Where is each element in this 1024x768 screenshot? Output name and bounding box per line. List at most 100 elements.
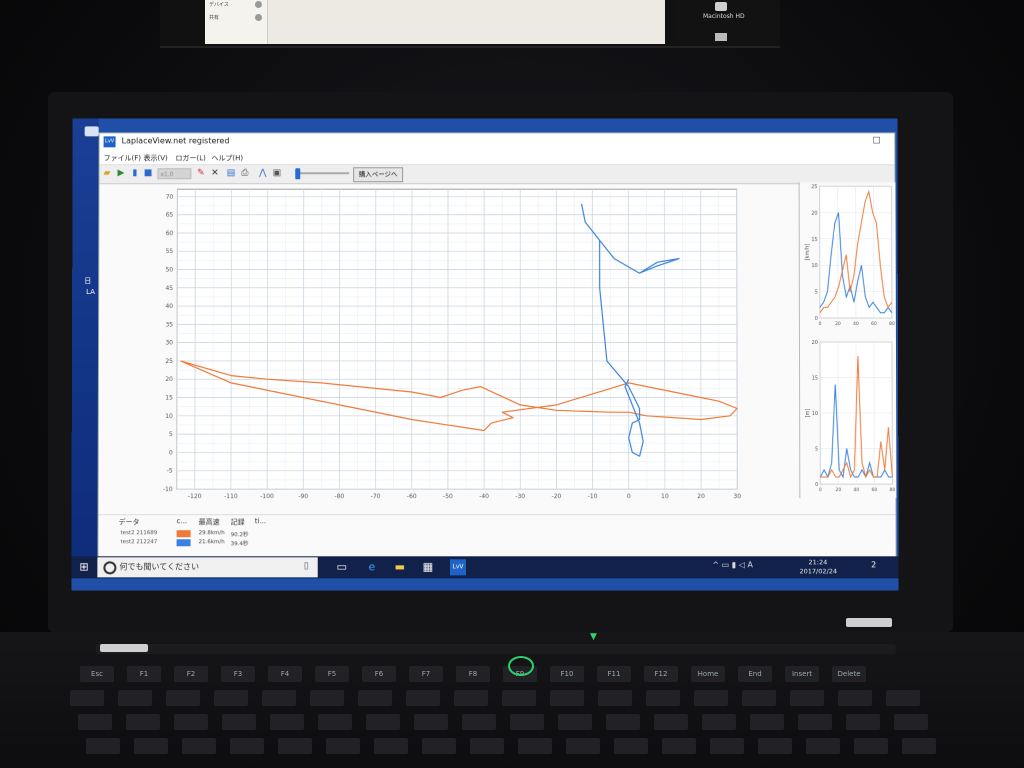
keyboard-key-blank[interactable] [902,738,936,754]
track-map-chart[interactable]: -120 -110 -100 -90 -80 -70 -60 -50 -40 -30 -20 -10 0… [99,183,800,513]
volume-icon[interactable]: ◁ [739,560,745,569]
laplaceview-taskbar-icon[interactable]: LvV [449,559,466,576]
menu-help[interactable]: ヘルプ(H) [211,153,243,163]
system-tray[interactable]: ^ ▭ ▮ ◁ A [712,560,753,569]
keyboard-key-blank[interactable] [454,690,488,706]
keyboard-key-blank[interactable] [838,690,872,706]
keyboard-key[interactable]: F3 [221,666,255,682]
keyboard-key-blank[interactable] [310,690,344,706]
keyboard-key[interactable]: Delete [832,666,866,682]
keyboard-key-blank[interactable] [694,690,728,706]
keyboard-key-blank[interactable] [702,714,736,730]
keyboard-key-blank[interactable] [318,714,352,730]
keyboard-key-blank[interactable] [326,738,360,754]
keyboard-key-blank[interactable] [790,690,824,706]
keyboard-key-blank[interactable] [166,690,200,706]
keyboard-key-blank[interactable] [262,690,296,706]
keyboard-key-blank[interactable] [230,738,264,754]
graph-icon[interactable]: ⋀ [257,168,268,179]
drive-icon[interactable] [715,33,727,41]
keyboard-key[interactable]: F8 [456,666,490,682]
cortana-search-box[interactable]: 何でも聞いてください ▯ [97,557,318,578]
eject-icon[interactable] [255,1,262,8]
altitude-chart[interactable]: 0 5 10 15 20 0 20 40 60 80 [m] [800,338,896,498]
stop-icon[interactable]: ■ [142,168,153,179]
seek-slider-thumb[interactable] [295,168,301,180]
play-icon[interactable]: ▶ [115,168,126,179]
keyboard-key-blank[interactable] [662,738,696,754]
keyboard-key-blank[interactable] [646,690,680,706]
keyboard-key[interactable]: F7 [409,666,443,682]
desktop-icon[interactable] [84,126,99,137]
keyboard-key-blank[interactable] [78,714,112,730]
keyboard-key-blank[interactable] [518,738,552,754]
network-icon[interactable]: ▮ [732,560,736,569]
keyboard-key[interactable]: F2 [174,666,208,682]
menu-file[interactable]: ファイル(F) [104,153,141,163]
color-swatch[interactable] [176,530,191,538]
export-icon[interactable]: ⎙ [239,168,250,179]
keyboard-key[interactable]: Insert [785,666,819,682]
chevron-up-icon[interactable]: ^ [712,560,719,569]
upper-sidebar-item[interactable]: デバイス [209,1,229,9]
keyboard-key-blank[interactable] [118,690,152,706]
buy-page-button[interactable]: 購入ページへ [353,167,404,183]
data-icon[interactable]: ▤ [225,168,236,179]
upper-sidebar-item[interactable]: 共有 [209,14,219,22]
keyboard-key-blank[interactable] [550,690,584,706]
hard-drive-icon[interactable] [715,2,727,11]
keyboard-key-blank[interactable] [710,738,744,754]
keyboard-key-blank[interactable] [798,714,832,730]
keyboard-key-blank[interactable] [462,714,496,730]
keyboard-key-blank[interactable] [854,738,888,754]
open-folder-icon[interactable]: ▰ [102,168,113,179]
keyboard-key-blank[interactable] [222,714,256,730]
keyboard-key-blank[interactable] [886,690,920,706]
keyboard-key[interactable]: End [738,666,772,682]
keyboard-key-blank[interactable] [806,738,840,754]
clear-icon[interactable]: ✕ [209,168,220,179]
keyboard-key[interactable]: Esc [80,666,114,682]
keyboard-key[interactable]: F6 [362,666,396,682]
keyboard-key[interactable]: F12 [644,666,678,682]
task-view-icon[interactable]: ▭ [334,559,350,575]
keyboard-key-blank[interactable] [654,714,688,730]
microphone-icon[interactable]: ▯ [304,561,309,571]
column-header-max-speed[interactable]: 最高速 [199,517,220,527]
keyboard-key-blank[interactable] [86,738,120,754]
pause-icon[interactable]: ▮ [129,168,140,179]
keyboard-key-blank[interactable] [134,738,168,754]
trackpoint-button[interactable] [508,656,534,676]
menu-logger[interactable]: ロガー(L) [175,153,205,163]
store-icon[interactable]: ▦ [420,559,436,575]
keyboard-key-blank[interactable] [358,690,392,706]
file-explorer-icon[interactable]: ▬ [392,559,408,575]
keyboard-key-blank[interactable] [422,738,456,754]
keyboard-key-blank[interactable] [182,738,216,754]
chart-pen-icon[interactable]: ✎ [195,168,206,179]
keyboard-key-blank[interactable] [742,690,776,706]
keyboard-key-blank[interactable] [366,714,400,730]
keyboard-key-blank[interactable] [502,690,536,706]
camera-icon[interactable]: ▣ [271,168,282,179]
keyboard-key-blank[interactable] [174,714,208,730]
keyboard-key-blank[interactable] [846,714,880,730]
speed-chart[interactable]: 0 5 10 15 20 25 0 20 40 60 80 [km/h] [800,182,896,332]
keyboard-key-blank[interactable] [598,690,632,706]
column-header-record[interactable]: 記録 [231,517,245,527]
keyboard-key-blank[interactable] [614,738,648,754]
keyboard-key-blank[interactable] [566,738,600,754]
edge-browser-icon[interactable]: e [364,559,380,575]
keyboard-key[interactable]: F4 [268,666,302,682]
keyboard-key-blank[interactable] [406,690,440,706]
keyboard-key-blank[interactable] [374,738,408,754]
keyboard-key[interactable]: F11 [597,666,631,682]
column-header-time[interactable]: ti... [255,517,266,525]
keyboard-key-blank[interactable] [278,738,312,754]
keyboard-key-blank[interactable] [270,714,304,730]
keyboard-key-blank[interactable] [214,690,248,706]
keyboard-key-blank[interactable] [758,738,792,754]
keyboard-key-blank[interactable] [558,714,592,730]
keyboard-key-blank[interactable] [70,690,104,706]
keyboard-key-blank[interactable] [470,738,504,754]
